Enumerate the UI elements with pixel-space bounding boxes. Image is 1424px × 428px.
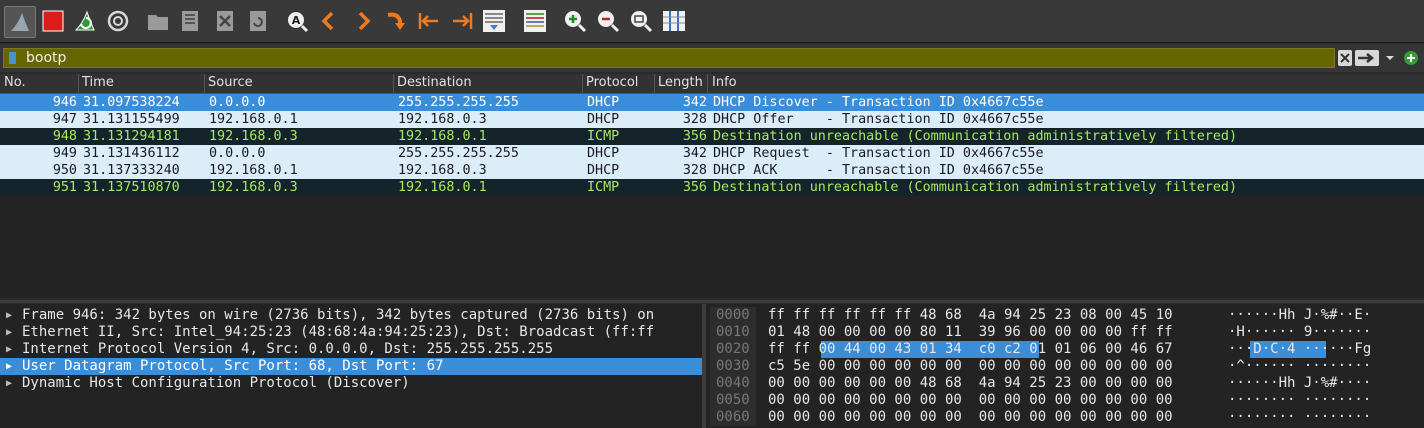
packet-bytes-pane: 0000 ff ff ff ff ff ff 48 68 4a 94 25 23… [706,304,1424,428]
find-icon[interactable]: A [283,6,311,36]
expand-arrow-icon[interactable]: ▶ [6,324,12,341]
packet-row[interactable]: 948 31.131294181 192.168.0.3 192.168.0.1… [0,128,1424,145]
close-file-icon[interactable] [211,6,239,36]
first-packet-icon[interactable] [415,6,443,36]
open-folder-icon[interactable] [144,6,172,36]
display-filter-bar: bootp [0,44,1424,72]
detail-tree-item[interactable]: ▶ Dynamic Host Configuration Protocol (D… [0,375,702,392]
reload-icon[interactable] [244,6,272,36]
packet-row[interactable]: 947 31.131155499 192.168.0.1 192.168.0.3… [0,111,1424,128]
packet-list-header: No. Time Source Destination Protocol Len… [0,74,1424,94]
last-packet-icon[interactable] [448,6,476,36]
detail-tree-item[interactable]: ▶ User Datagram Protocol, Src Port: 68, … [0,358,702,375]
packet-details-pane: ▶ Frame 946: 342 bytes on wire (2736 bit… [0,304,702,428]
zoom-in-icon[interactable] [561,6,589,36]
restart-icon[interactable] [71,6,99,36]
filter-dropdown-icon[interactable] [1384,50,1396,66]
packet-row[interactable]: 951 31.137510870 192.168.0.3 192.168.0.1… [0,179,1424,196]
svg-text:A: A [292,14,301,27]
packet-row[interactable]: 950 31.137333240 192.168.0.1 192.168.0.3… [0,162,1424,179]
zoom-out-icon[interactable] [594,6,622,36]
packet-row[interactable]: 949 31.131436112 0.0.0.0 255.255.255.255… [0,145,1424,162]
column-header-time[interactable]: Time [82,75,114,90]
options-gear-icon[interactable] [104,6,132,36]
forward-arrow-icon[interactable] [349,6,377,36]
hex-row[interactable]: 0020 ff ff 00 44 00 43 01 34 c0 c2 01 01… [706,341,1424,358]
main-toolbar: A [0,0,1424,43]
hex-row[interactable]: 0050 00 00 00 00 00 00 00 00 00 00 00 00… [706,392,1424,409]
hex-row[interactable]: 0030 c5 5e 00 00 00 00 00 00 00 00 00 00… [706,358,1424,375]
shark-fin-icon[interactable] [4,6,36,38]
detail-tree-item[interactable]: ▶ Internet Protocol Version 4, Src: 0.0.… [0,341,702,358]
bookmark-icon[interactable] [9,52,16,64]
column-header-no[interactable]: No. [4,75,26,90]
add-filter-button-icon[interactable] [1403,50,1419,66]
clear-filter-icon[interactable] [1338,50,1352,66]
colorize-icon[interactable] [521,6,549,36]
back-arrow-icon[interactable] [315,6,343,36]
expand-arrow-icon[interactable]: ▶ [6,358,12,375]
filter-text[interactable]: bootp [26,50,66,66]
column-header-protocol[interactable]: Protocol [586,75,638,90]
hex-row[interactable]: 0000 ff ff ff ff ff ff 48 68 4a 94 25 23… [706,307,1424,324]
autoscroll-icon[interactable] [480,6,508,36]
pane-splitter[interactable] [0,300,1424,303]
zoom-normal-icon[interactable] [627,6,655,36]
hex-row[interactable]: 0040 00 00 00 00 00 00 48 68 4a 94 25 23… [706,375,1424,392]
column-header-length[interactable]: Length [658,75,703,90]
jump-icon[interactable] [382,6,410,36]
expand-arrow-icon[interactable]: ▶ [6,375,12,392]
display-filter-input[interactable]: bootp [3,48,1335,68]
packet-row[interactable]: 946 31.097538224 0.0.0.0 255.255.255.255… [0,94,1424,111]
column-header-source[interactable]: Source [208,75,253,90]
hex-row[interactable]: 0060 00 00 00 00 00 00 00 00 00 00 00 00… [706,409,1424,426]
resize-columns-icon[interactable] [660,6,688,36]
expand-arrow-icon[interactable]: ▶ [6,307,12,324]
save-file-icon[interactable] [176,6,204,36]
hex-row[interactable]: 0010 01 48 00 00 00 00 80 11 39 96 00 00… [706,324,1424,341]
column-header-destination[interactable]: Destination [397,75,472,90]
packet-list: 946 31.097538224 0.0.0.0 255.255.255.255… [0,94,1424,298]
detail-tree-item[interactable]: ▶ Frame 946: 342 bytes on wire (2736 bit… [0,307,702,324]
detail-tree-item[interactable]: ▶ Ethernet II, Src: Intel_94:25:23 (48:6… [0,324,702,341]
apply-filter-icon[interactable] [1355,50,1379,66]
column-header-info[interactable]: Info [712,75,737,90]
expand-arrow-icon[interactable]: ▶ [6,341,12,358]
stop-icon[interactable] [39,6,67,36]
